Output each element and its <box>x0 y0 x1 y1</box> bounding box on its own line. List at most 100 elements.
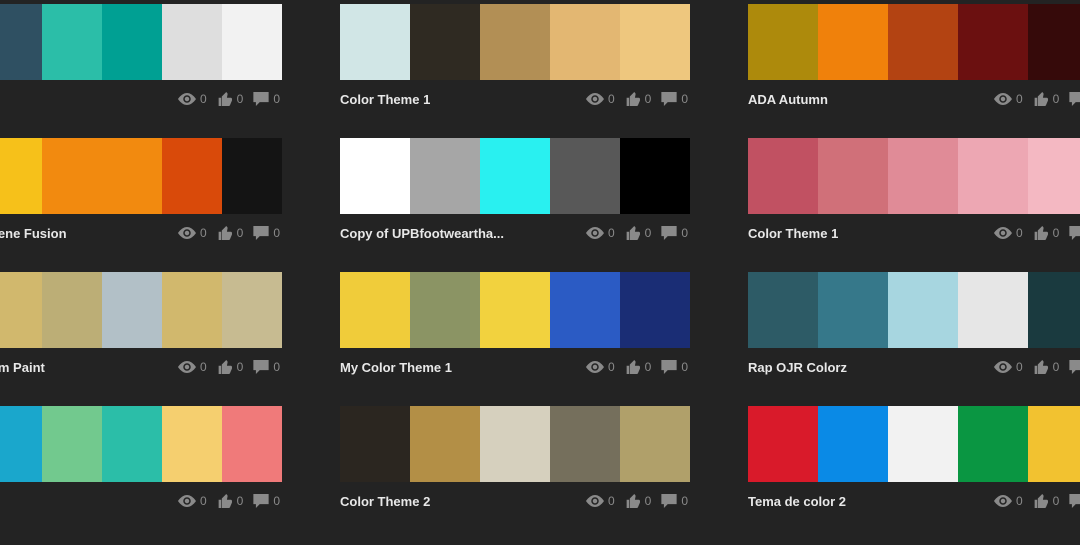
likes-stat[interactable]: 0 <box>625 360 652 374</box>
color-swatch[interactable] <box>888 406 958 482</box>
comments-stat[interactable]: 0 <box>1069 92 1080 106</box>
color-swatch[interactable] <box>0 138 42 214</box>
comments-stat[interactable]: 0 <box>1069 360 1080 374</box>
color-swatch[interactable] <box>958 272 1028 348</box>
color-swatch[interactable] <box>0 4 42 80</box>
comments-stat[interactable]: 0 <box>253 226 280 240</box>
color-swatch[interactable] <box>958 4 1028 80</box>
theme-card[interactable]: Rap OJR Colorz000 <box>748 272 1080 406</box>
color-swatch[interactable] <box>620 4 690 80</box>
color-swatch[interactable] <box>102 272 162 348</box>
likes-stat[interactable]: 0 <box>1033 360 1060 374</box>
comments-stat[interactable]: 0 <box>253 360 280 374</box>
likes-stat[interactable]: 0 <box>1033 226 1060 240</box>
color-swatch[interactable] <box>410 138 480 214</box>
color-swatch[interactable] <box>410 406 480 482</box>
views-stat[interactable]: 0 <box>178 360 207 374</box>
views-stat[interactable]: 0 <box>586 226 615 240</box>
color-swatch[interactable] <box>888 138 958 214</box>
color-swatch[interactable] <box>410 4 480 80</box>
color-swatch[interactable] <box>818 272 888 348</box>
color-swatch[interactable] <box>480 4 550 80</box>
color-swatch[interactable] <box>818 138 888 214</box>
theme-card[interactable]: 000 <box>0 4 282 138</box>
color-swatch[interactable] <box>480 138 550 214</box>
likes-stat[interactable]: 0 <box>625 226 652 240</box>
theme-card[interactable]: My Color Theme 1000 <box>340 272 690 406</box>
color-swatch[interactable] <box>222 272 282 348</box>
views-stat[interactable]: 0 <box>178 226 207 240</box>
comments-stat[interactable]: 0 <box>661 92 688 106</box>
views-stat[interactable]: 0 <box>994 360 1023 374</box>
comments-stat[interactable]: 0 <box>253 92 280 106</box>
color-swatch[interactable] <box>102 406 162 482</box>
color-swatch[interactable] <box>620 138 690 214</box>
color-swatch[interactable] <box>748 406 818 482</box>
color-swatch[interactable] <box>958 138 1028 214</box>
color-swatch[interactable] <box>162 272 222 348</box>
comments-stat[interactable]: 0 <box>661 494 688 508</box>
comments-stat[interactable]: 0 <box>253 494 280 508</box>
theme-card[interactable]: Color Theme 2000 <box>340 406 690 540</box>
color-swatch[interactable] <box>1028 406 1080 482</box>
views-stat[interactable]: 0 <box>178 92 207 106</box>
theme-card[interactable]: Scene Fusion000 <box>0 138 282 272</box>
color-swatch[interactable] <box>748 138 818 214</box>
color-swatch[interactable] <box>340 138 410 214</box>
color-swatch[interactable] <box>0 272 42 348</box>
color-swatch[interactable] <box>162 138 222 214</box>
likes-stat[interactable]: 0 <box>217 494 244 508</box>
theme-card[interactable]: oom Paint000 <box>0 272 282 406</box>
comments-stat[interactable]: 0 <box>661 360 688 374</box>
color-swatch[interactable] <box>888 4 958 80</box>
color-swatch[interactable] <box>818 406 888 482</box>
color-swatch[interactable] <box>222 4 282 80</box>
color-swatch[interactable] <box>340 4 410 80</box>
color-swatch[interactable] <box>1028 4 1080 80</box>
theme-card[interactable]: t000 <box>0 406 282 540</box>
theme-card[interactable]: Tema de color 2000 <box>748 406 1080 540</box>
likes-stat[interactable]: 0 <box>1033 92 1060 106</box>
color-swatch[interactable] <box>162 406 222 482</box>
color-swatch[interactable] <box>958 406 1028 482</box>
color-swatch[interactable] <box>42 406 102 482</box>
theme-card[interactable]: Color Theme 1000 <box>748 138 1080 272</box>
color-swatch[interactable] <box>1028 272 1080 348</box>
theme-card[interactable]: Color Theme 1000 <box>340 4 690 138</box>
color-swatch[interactable] <box>102 4 162 80</box>
likes-stat[interactable]: 0 <box>217 360 244 374</box>
comments-stat[interactable]: 0 <box>1069 494 1080 508</box>
color-swatch[interactable] <box>748 4 818 80</box>
color-swatch[interactable] <box>162 4 222 80</box>
color-swatch[interactable] <box>340 272 410 348</box>
likes-stat[interactable]: 0 <box>1033 494 1060 508</box>
color-swatch[interactable] <box>222 138 282 214</box>
views-stat[interactable]: 0 <box>586 494 615 508</box>
likes-stat[interactable]: 0 <box>217 92 244 106</box>
color-swatch[interactable] <box>1028 138 1080 214</box>
views-stat[interactable]: 0 <box>586 360 615 374</box>
color-swatch[interactable] <box>748 272 818 348</box>
likes-stat[interactable]: 0 <box>625 92 652 106</box>
color-swatch[interactable] <box>550 272 620 348</box>
color-swatch[interactable] <box>0 406 42 482</box>
color-swatch[interactable] <box>620 406 690 482</box>
color-swatch[interactable] <box>42 4 102 80</box>
color-swatch[interactable] <box>410 272 480 348</box>
likes-stat[interactable]: 0 <box>217 226 244 240</box>
color-swatch[interactable] <box>550 406 620 482</box>
color-swatch[interactable] <box>42 272 102 348</box>
color-swatch[interactable] <box>620 272 690 348</box>
color-swatch[interactable] <box>42 138 102 214</box>
color-swatch[interactable] <box>818 4 888 80</box>
views-stat[interactable]: 0 <box>178 494 207 508</box>
views-stat[interactable]: 0 <box>994 92 1023 106</box>
comments-stat[interactable]: 0 <box>1069 226 1080 240</box>
likes-stat[interactable]: 0 <box>625 494 652 508</box>
color-swatch[interactable] <box>102 138 162 214</box>
color-swatch[interactable] <box>480 406 550 482</box>
color-swatch[interactable] <box>888 272 958 348</box>
color-swatch[interactable] <box>550 138 620 214</box>
comments-stat[interactable]: 0 <box>661 226 688 240</box>
color-swatch[interactable] <box>222 406 282 482</box>
